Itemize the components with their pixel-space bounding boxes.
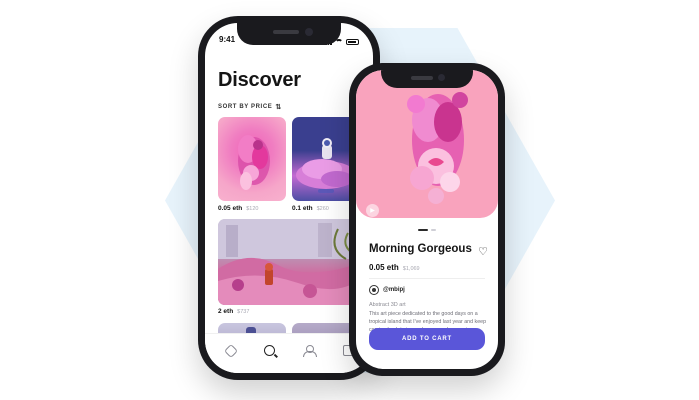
art-type: Abstract 3D art — [369, 302, 406, 308]
status-time: 9:41 — [219, 35, 236, 44]
price-usd: $737 — [237, 309, 250, 315]
price-eth: 0.05 eth — [218, 205, 243, 212]
author-handle: @mbipj — [383, 287, 405, 293]
page-title: Discover — [218, 69, 301, 91]
card-price: 2 eth $737 — [218, 308, 249, 315]
sort-icon: ⇅ — [275, 104, 282, 111]
price-eth: 0.05 eth — [369, 263, 399, 272]
author-row[interactable]: @mbipj — [369, 285, 405, 295]
search-icon — [264, 345, 275, 356]
sort-by-price-button[interactable]: SORT BY PRICE ⇅ — [218, 103, 282, 111]
sort-label: SORT BY PRICE — [218, 104, 273, 110]
artwork-title: Morning Gorgeous — [369, 243, 472, 255]
stage: 9:41 Discover SORT BY PRICE ⇅ 0.05 eth $… — [0, 0, 699, 400]
tab-search[interactable] — [260, 341, 280, 361]
carousel-indicator[interactable] — [418, 229, 436, 231]
garden-art-image — [218, 219, 360, 305]
tab-bar — [205, 333, 373, 373]
tab-home[interactable] — [221, 341, 241, 361]
price-usd: $1,069 — [402, 266, 420, 272]
phone-notch — [381, 70, 473, 88]
card-price: 0.05 eth $120 — [218, 205, 258, 212]
avatar — [369, 285, 379, 295]
phone-notch — [237, 23, 341, 45]
price-eth: 2 eth — [218, 308, 234, 315]
morning-gorgeous-art-image — [407, 92, 468, 204]
play-icon: ▶ — [370, 208, 375, 214]
play-button[interactable]: ▶ — [366, 204, 379, 217]
nft-card-astronaut-garden[interactable] — [218, 219, 360, 305]
card-price: 0.1 eth $260 — [292, 205, 329, 212]
battery-icon — [346, 39, 359, 45]
hero-artwork: ▶ — [356, 70, 498, 218]
nft-card-pink-flower[interactable] — [218, 117, 286, 201]
artwork-price: 0.05 eth $1,069 — [369, 263, 420, 272]
heart-icon: ♡ — [478, 246, 488, 258]
price-usd: $120 — [246, 206, 259, 212]
divider — [369, 278, 485, 279]
profile-icon — [302, 344, 317, 357]
favorite-button[interactable]: ♡ — [478, 245, 488, 258]
discover-screen: 9:41 Discover SORT BY PRICE ⇅ 0.05 eth $… — [205, 23, 373, 373]
flower-art-image — [238, 135, 270, 190]
add-to-cart-button[interactable]: ADD TO CART — [369, 328, 485, 350]
price-eth: 0.1 eth — [292, 205, 313, 212]
detail-screen: ▶ Morning Gorgeous ♡ 0.05 eth $1,069 @mb… — [356, 70, 498, 369]
price-usd: $260 — [316, 206, 329, 212]
tab-profile[interactable] — [299, 341, 319, 361]
phone-detail: ▶ Morning Gorgeous ♡ 0.05 eth $1,069 @mb… — [349, 63, 505, 376]
home-icon — [223, 343, 238, 358]
